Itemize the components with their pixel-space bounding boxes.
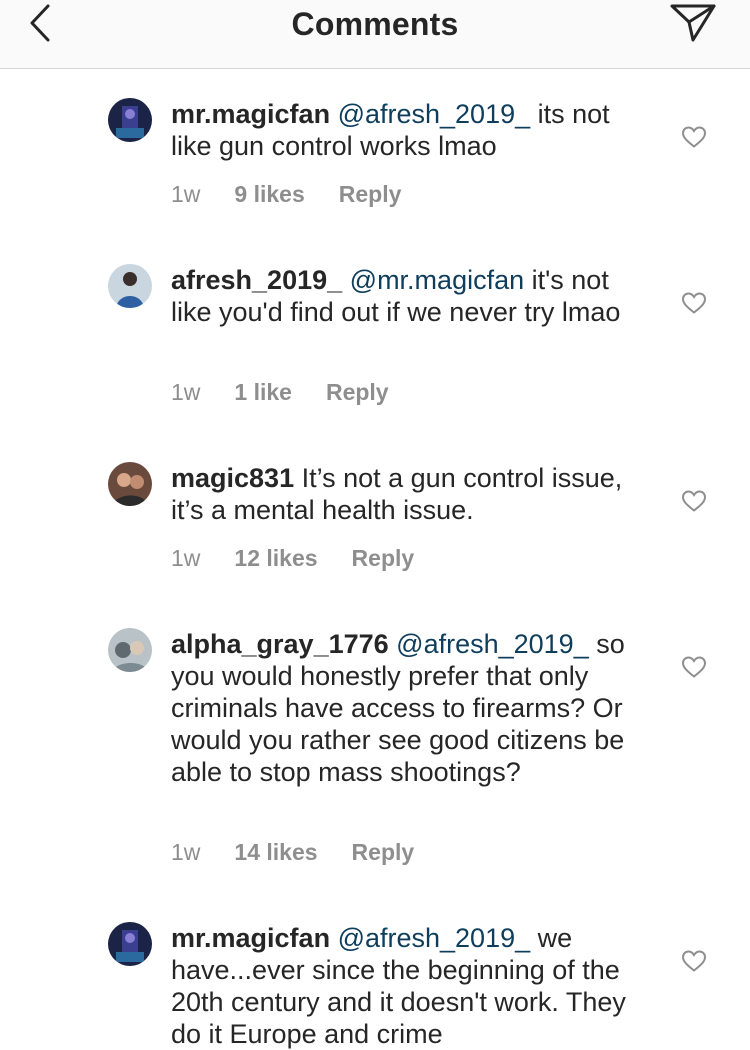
comment-mention[interactable]: @afresh_2019_	[338, 99, 531, 129]
comment-meta: 1w 12 likes Reply	[171, 545, 414, 572]
comment-text: afresh_2019_ @mr.magicfan it's not like …	[171, 264, 651, 328]
reply-button[interactable]: Reply	[326, 379, 389, 406]
comment-time: 1w	[171, 839, 201, 865]
reply-button[interactable]: Reply	[339, 181, 402, 208]
comment-username[interactable]: mr.magicfan	[171, 99, 330, 129]
comment-mention[interactable]: @afresh_2019_	[338, 923, 531, 953]
top-bar: Comments	[0, 0, 750, 69]
comment-text: alpha_gray_1776 @afresh_2019_ so you wou…	[171, 628, 651, 788]
avatar[interactable]	[108, 98, 152, 142]
comment-time: 1w	[171, 379, 201, 405]
like-heart-icon[interactable]	[681, 655, 707, 679]
comment-likes[interactable]: 1 like	[234, 379, 292, 406]
comment-username[interactable]: magic831	[171, 463, 294, 493]
comment-likes[interactable]: 12 likes	[234, 545, 317, 572]
comment-likes[interactable]: 14 likes	[234, 839, 317, 866]
page-title: Comments	[291, 6, 459, 42]
avatar[interactable]	[108, 264, 152, 308]
comment-mention[interactable]: @afresh_2019_	[396, 629, 589, 659]
comment-text: mr.magicfan @afresh_2019_ its not like g…	[171, 98, 651, 162]
comment-likes[interactable]: 9 likes	[234, 181, 304, 208]
comment-time: 1w	[171, 181, 201, 207]
comment-meta: 1w 14 likes Reply	[171, 839, 414, 866]
comment-mention[interactable]: @mr.magicfan	[350, 265, 524, 295]
comment-time: 1w	[171, 545, 201, 571]
like-heart-icon[interactable]	[681, 949, 707, 973]
reply-button[interactable]: Reply	[352, 545, 415, 572]
direct-send-icon	[670, 4, 716, 42]
comment-username[interactable]: alpha_gray_1776	[171, 629, 389, 659]
like-heart-icon[interactable]	[681, 291, 707, 315]
like-heart-icon[interactable]	[681, 125, 707, 149]
like-heart-icon[interactable]	[681, 489, 707, 513]
share-button[interactable]	[668, 0, 720, 46]
avatar[interactable]	[108, 628, 152, 672]
comment-username[interactable]: afresh_2019_	[171, 265, 342, 295]
comment-meta: 1w 1 like Reply	[171, 379, 389, 406]
comment-text: magic831 It’s not a gun control issue, i…	[171, 462, 651, 526]
avatar[interactable]	[108, 462, 152, 506]
reply-button[interactable]: Reply	[352, 839, 415, 866]
comment-username[interactable]: mr.magicfan	[171, 923, 330, 953]
comment-meta: 1w 9 likes Reply	[171, 181, 401, 208]
avatar[interactable]	[108, 922, 152, 966]
comment-text: mr.magicfan @afresh_2019_ we have...ever…	[171, 922, 651, 1050]
